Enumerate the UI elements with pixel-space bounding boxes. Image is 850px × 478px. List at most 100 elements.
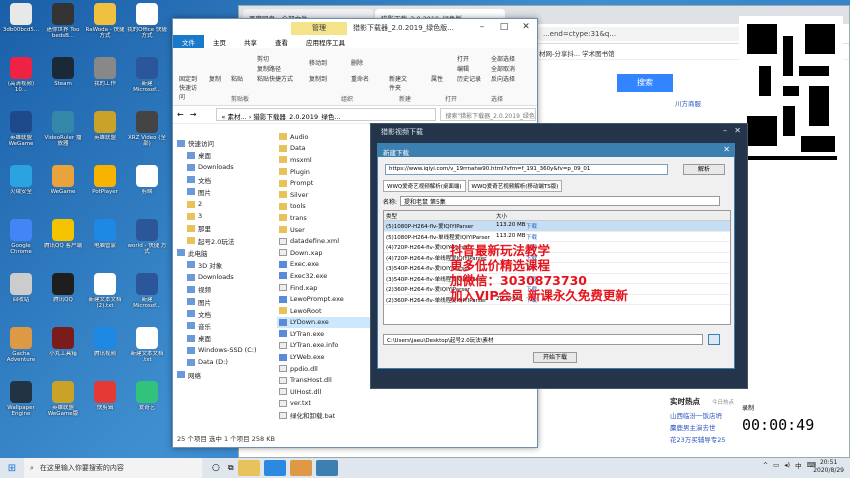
forward-icon[interactable]: → [190, 110, 197, 119]
side-link[interactable]: 川方商服 [675, 98, 701, 108]
nav-tree-item[interactable]: 2 [173, 198, 273, 210]
desktop-icon[interactable]: 新建文本文档 .txt [127, 327, 167, 364]
nav-tree-item[interactable]: 文档 [173, 308, 273, 320]
minimize-icon[interactable]: – [471, 19, 493, 35]
search-input[interactable]: 搜索"猎影下载器_2.0.2019_绿色版" [440, 108, 537, 121]
desktop-icon[interactable]: Google Chrome [1, 219, 41, 256]
desktop-icon[interactable]: 快剪辑 [85, 381, 125, 418]
tab-home[interactable]: 主页 [204, 35, 235, 48]
rename-button[interactable]: 重命名 [351, 74, 369, 83]
desktop-icon[interactable]: 新建 Microsof... [127, 57, 167, 94]
address-field[interactable]: « 素材... › 猎影下载器_2.0.2019_绿色... [216, 108, 437, 121]
move-to-button[interactable]: 移动到 [309, 58, 327, 67]
minimize-icon[interactable]: – [723, 126, 727, 135]
nav-tree-item[interactable]: 此电脑 [173, 247, 273, 259]
nav-tree-item[interactable]: Downloads [173, 161, 273, 173]
nav-tree-item[interactable]: 快速访问 [173, 137, 273, 149]
chevron-up-icon[interactable]: ^ [763, 461, 768, 469]
ime-indicator[interactable]: 中 [795, 460, 802, 470]
desktop-icon[interactable]: 新建 Microsof... [127, 273, 167, 310]
hot-item[interactable]: 山西临汾一饭店坍 [668, 409, 738, 421]
downloader-taskbar-icon[interactable] [315, 460, 338, 476]
select-all-button[interactable]: 全部选择 [491, 54, 515, 63]
nav-tree-item[interactable]: Data (D:) [173, 356, 273, 368]
desktop-icon[interactable]: 腾讯QQ [43, 273, 83, 310]
nav-tree-item[interactable]: 3 [173, 210, 273, 222]
desktop-icon[interactable]: 腾讯QQ 客户端 [43, 219, 83, 256]
search-button[interactable]: 搜索 [617, 74, 673, 92]
paste-shortcut-button[interactable]: 粘贴快捷方式 [257, 74, 293, 83]
history-button[interactable]: 历史记录 [457, 74, 481, 83]
paste-button[interactable]: 粘贴 [231, 74, 243, 83]
tab-share[interactable]: 共享 [235, 35, 266, 48]
copy-to-button[interactable]: 复制到 [309, 74, 327, 83]
cortana-icon[interactable]: ○ [212, 463, 220, 473]
start-download-button[interactable]: 开始下载 [533, 352, 577, 363]
nav-tree-item[interactable]: Downloads [173, 271, 273, 283]
desktop-icon[interactable]: XRZ Video (全部) [127, 111, 167, 148]
file-item[interactable]: 绿化和卸载.bat [277, 409, 387, 421]
nav-tree-item[interactable]: 那里 [173, 222, 273, 234]
invert-selection-button[interactable]: 反向选择 [491, 74, 515, 83]
nav-tree-item[interactable]: 图片 [173, 186, 273, 198]
volume-icon[interactable]: ◂) [784, 461, 790, 469]
file-item[interactable]: ver.txt [277, 398, 387, 410]
nav-tree-item[interactable]: 网络 [173, 369, 273, 381]
desktop-icon[interactable]: 回收站 [1, 273, 41, 310]
desktop-icon[interactable]: 我的Office 快捷方式 [127, 3, 167, 40]
download-link[interactable]: 下载 [524, 221, 544, 231]
nav-tree-item[interactable]: 桌面 [173, 332, 273, 344]
clock[interactable]: 20:51 2020/8/29 [813, 459, 844, 475]
folder-icon[interactable] [708, 334, 720, 345]
desktop-icon[interactable]: 腾讯视频 [85, 327, 125, 364]
back-icon[interactable]: ← [177, 110, 184, 119]
desktop-icon[interactable]: world - 快捷 方式 [127, 219, 167, 256]
desktop-icon[interactable]: (高清视频) 10... [1, 57, 41, 94]
desktop-icon[interactable]: 电脑管家 [85, 219, 125, 256]
desktop-icon[interactable]: Gacha Adventure [1, 327, 41, 364]
nav-tree-item[interactable]: 文档 [173, 174, 273, 186]
close-icon[interactable]: ✕ [723, 145, 730, 154]
hot-item[interactable]: 麋鹿男主演去世 [668, 421, 738, 433]
desktop-icon[interactable]: 爱奇艺 [127, 381, 167, 418]
copy-button[interactable]: 复制 [209, 74, 221, 83]
edit-button[interactable]: 编辑 [457, 64, 469, 73]
name-field[interactable]: 提和老鼠 第5集 [400, 196, 721, 206]
nav-tree-item[interactable]: 3D 对象 [173, 259, 273, 271]
nav-tree-item[interactable]: 起号2.0玩法 [173, 235, 273, 247]
copy-path-button[interactable]: 复制路径 [257, 64, 281, 73]
tab-parser-desktop[interactable]: WWQ爱奇艺视频解析(桌面端) [383, 180, 466, 192]
nav-tree-item[interactable]: 音乐 [173, 320, 273, 332]
select-none-button[interactable]: 全部取消 [491, 64, 515, 73]
pin-button[interactable]: 固定到快速访问 [179, 74, 201, 101]
explorer-taskbar-icon[interactable] [237, 460, 260, 476]
network-icon[interactable]: ▭ [773, 461, 779, 469]
new-folder-button[interactable]: 新建文件夹 [389, 74, 409, 92]
windows-start-icon[interactable]: ⊞ [0, 463, 24, 474]
close-icon[interactable]: ✕ [515, 19, 537, 35]
task-view-icon[interactable]: ⧉ [228, 463, 234, 473]
properties-button[interactable]: 属性 [431, 74, 443, 83]
nav-tree-item[interactable]: 图片 [173, 295, 273, 307]
open-button[interactable]: 打开 [457, 54, 469, 63]
tab-parser-mobile[interactable]: WWQ爱奇艺视频解析(移动端TS版) [467, 180, 563, 192]
cut-button[interactable]: 剪切 [257, 54, 269, 63]
desktop-icon[interactable]: 英雄联盟 WeGame版 [43, 381, 83, 418]
hot-item[interactable]: 花23万买辅导专25 [668, 433, 738, 445]
video-url-input[interactable]: https://www.iqiyi.com/v_19rrnahw90.html?… [385, 164, 668, 175]
desktop-icon[interactable]: Wallpaper Engine [1, 381, 41, 418]
save-path-field[interactable]: C:\Users\jaeu\Desktop\起号2.0玩法\素材 [383, 334, 703, 345]
desktop-icon[interactable]: RaWoda - 快捷方式 [85, 3, 125, 40]
desktop-icon[interactable]: 迷你世界 Too bedsB... [43, 3, 83, 40]
desktop-icon[interactable]: 英雄联盟WeGame [1, 111, 41, 148]
desktop-icon[interactable]: 3db00bcd5... [1, 3, 41, 40]
app-taskbar-icon[interactable] [289, 460, 312, 476]
desktop-icon[interactable]: 剪映 [127, 165, 167, 202]
manage-tab[interactable]: 管理 [291, 22, 347, 35]
tab-file[interactable]: 文件 [173, 35, 204, 48]
desktop-icon[interactable]: Steam [43, 57, 83, 94]
parse-button[interactable]: 解析 [683, 164, 725, 175]
maximize-icon[interactable]: □ [493, 19, 515, 35]
desktop-icon[interactable]: PotPlayer [85, 165, 125, 202]
desktop-icon[interactable]: 我的工作 [85, 57, 125, 94]
